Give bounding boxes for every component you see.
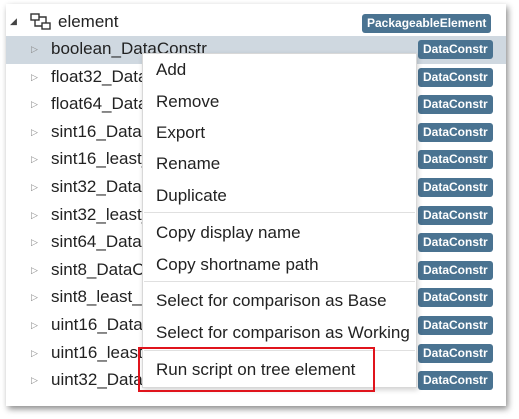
row-type-badge: DataConstr	[418, 67, 493, 87]
expand-arrow-icon[interactable]: ▷	[31, 375, 38, 386]
row-type-badge: DataConstr	[418, 177, 493, 197]
expand-arrow-icon[interactable]: ▷	[31, 182, 38, 193]
row-type-badge: DataConstr	[418, 40, 493, 59]
expand-arrow-icon[interactable]: ▷	[31, 210, 38, 221]
menu-separator	[144, 281, 415, 282]
row-type-badge: DataConstr	[418, 371, 493, 391]
annotation-highlight-box	[138, 347, 375, 392]
row-type-badge: DataConstr	[418, 288, 493, 308]
expand-arrow-icon[interactable]: ▷	[31, 237, 38, 248]
row-type-badge: DataConstr	[418, 122, 493, 142]
root-label: element	[58, 12, 119, 31]
menu-item-compare-base[interactable]: Select for comparison as Base	[156, 291, 387, 311]
menu-item-remove[interactable]: Remove	[156, 92, 219, 112]
package-tree-icon	[30, 12, 52, 37]
row-type-badge: DataConstr	[418, 315, 493, 335]
row-label: float32_Data	[51, 66, 148, 86]
tree-root-row[interactable]: ◢ element PackageableElement	[6, 8, 506, 36]
row-label: sint16_DataC	[51, 121, 155, 141]
menu-item-copy-shortname-path[interactable]: Copy shortname path	[156, 255, 319, 275]
row-label: sint8_least_D	[51, 287, 155, 307]
row-label: uint16_least	[51, 342, 143, 362]
row-label: uint16_Data	[51, 314, 143, 334]
row-label: sint32_DataC	[51, 176, 155, 196]
row-type-badge: DataConstr	[418, 205, 493, 225]
expand-arrow-icon[interactable]: ▷	[31, 99, 38, 110]
expand-arrow-icon[interactable]: ▷	[31, 320, 38, 331]
root-type-badge: PackageableElement	[362, 14, 492, 33]
expand-arrow-icon[interactable]: ▷	[31, 44, 38, 55]
expand-arrow-icon[interactable]: ▷	[31, 127, 38, 138]
row-label: uint32_Data	[51, 370, 143, 390]
menu-item-copy-display-name[interactable]: Copy display name	[156, 223, 301, 243]
row-type-badge: DataConstr	[418, 95, 493, 115]
menu-item-duplicate[interactable]: Duplicate	[156, 186, 227, 206]
row-label: sint16_least_	[51, 149, 152, 169]
row-type-badge: DataConstr	[418, 150, 493, 170]
row-label: float64_Data	[51, 94, 148, 114]
menu-item-compare-working[interactable]: Select for comparison as Working	[156, 323, 410, 343]
row-type-badge: DataConstr	[418, 260, 493, 280]
menu-item-add[interactable]: Add	[156, 60, 186, 80]
row-type-badge: DataConstr	[418, 343, 493, 363]
expand-arrow-icon[interactable]: ▷	[31, 265, 38, 276]
row-label: sint8_DataCo	[51, 259, 155, 279]
expand-arrow-icon[interactable]: ▷	[31, 72, 38, 83]
menu-item-rename[interactable]: Rename	[156, 154, 220, 174]
expand-arrow-icon[interactable]: ▷	[31, 154, 38, 165]
row-label: sint32_least_	[51, 204, 152, 224]
expand-arrow-icon[interactable]: ▷	[31, 348, 38, 359]
context-menu: Add Remove Export Rename Duplicate Copy …	[142, 53, 417, 388]
expand-arrow-icon[interactable]: ▷	[31, 292, 38, 303]
row-type-badge: DataConstr	[418, 233, 493, 253]
collapse-arrow-icon[interactable]: ◢	[10, 16, 17, 27]
menu-separator	[144, 212, 415, 213]
menu-item-export[interactable]: Export	[156, 123, 205, 143]
row-label: sint64_DataC	[51, 232, 155, 252]
